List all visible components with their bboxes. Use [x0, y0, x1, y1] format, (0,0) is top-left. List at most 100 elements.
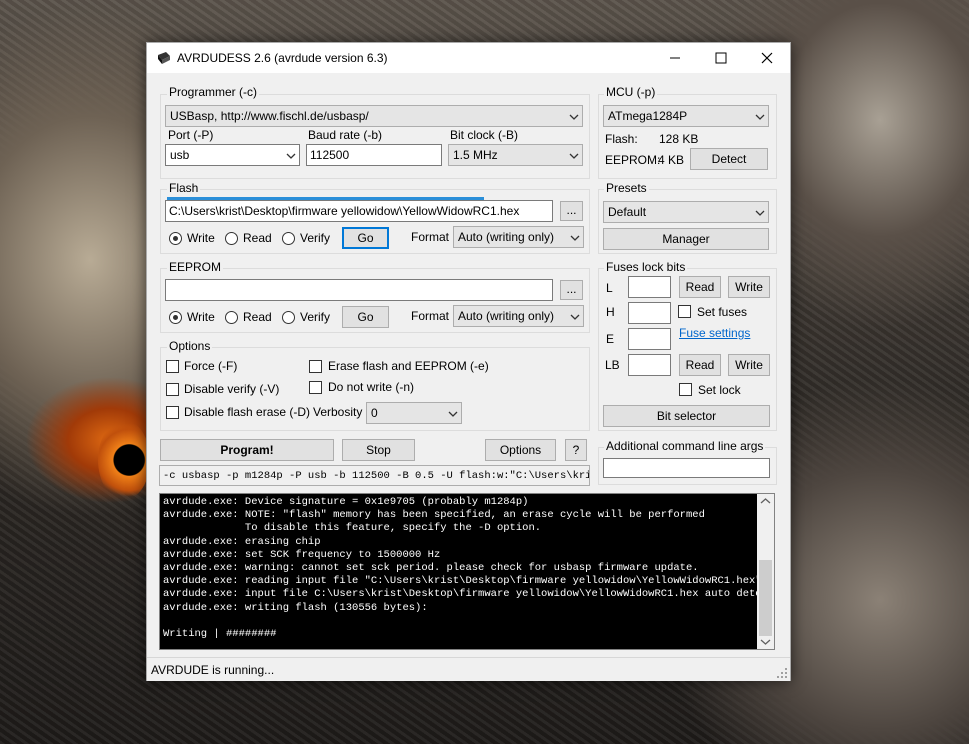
- console-scroll-thumb[interactable]: [759, 560, 772, 636]
- port-label: Port (-P): [168, 128, 214, 142]
- window-title: AVRDUDESS 2.6 (avrdude version 6.3): [177, 51, 388, 65]
- scroll-up-icon[interactable]: [757, 494, 774, 508]
- eeprom-read-radio[interactable]: [225, 311, 238, 324]
- set-fuses-label: Set fuses: [697, 305, 748, 319]
- console-line: avrdude.exe: set SCK frequency to 150000…: [163, 548, 441, 561]
- title-bar[interactable]: AVRDUDESS 2.6 (avrdude version 6.3): [147, 43, 790, 73]
- close-icon: [761, 52, 773, 64]
- eeprom-write-label: Write: [187, 310, 215, 324]
- fuse-e-label: E: [606, 332, 615, 346]
- dropdown-arrow-icon: [569, 153, 579, 159]
- lock-read-button[interactable]: Read: [679, 354, 721, 376]
- console-output[interactable]: avrdude.exe: Device signature = 0x1e9705…: [159, 493, 775, 650]
- eeprom-read-label: Read: [243, 310, 272, 324]
- eeprom-verify-label: Verify: [300, 310, 331, 324]
- eeprom-write-radio[interactable]: [169, 311, 182, 324]
- erase-label: Erase flash and EEPROM (-e): [328, 359, 489, 373]
- additional-args-input[interactable]: [603, 458, 770, 478]
- minimize-icon: [670, 57, 680, 59]
- eeprom-go-button[interactable]: Go: [342, 306, 389, 328]
- flash-browse-button[interactable]: ...: [560, 201, 583, 221]
- flash-verify-radio[interactable]: [282, 232, 295, 245]
- flash-file-input[interactable]: C:\Users\krist\Desktop\firmware yellowid…: [165, 200, 553, 222]
- fuse-h-input[interactable]: [628, 302, 671, 324]
- command-line-text: -c usbasp -p m1284p -P usb -b 112500 -B …: [163, 470, 590, 482]
- force-checkbox[interactable]: [166, 360, 179, 373]
- status-text: AVRDUDE is running...: [151, 663, 275, 677]
- force-label: Force (-F): [184, 359, 238, 373]
- console-line: avrdude.exe: warning: cannot set sck per…: [163, 562, 699, 575]
- fuses-write-button[interactable]: Write: [728, 276, 770, 298]
- minimize-button[interactable]: [652, 43, 698, 73]
- program-button[interactable]: Program!: [160, 439, 334, 461]
- flash-go-button[interactable]: Go: [342, 227, 389, 249]
- mcu-flash-value: 128 KB: [659, 132, 699, 146]
- fuses-read-button[interactable]: Read: [679, 276, 721, 298]
- set-lock-checkbox[interactable]: [679, 383, 692, 396]
- eeprom-browse-button[interactable]: ...: [560, 280, 583, 300]
- verbosity-select[interactable]: 0: [366, 402, 462, 424]
- flash-read-radio[interactable]: [225, 232, 238, 245]
- presets-value: Default: [608, 205, 647, 219]
- bit-selector-button[interactable]: Bit selector: [603, 405, 770, 427]
- lock-write-button[interactable]: Write: [728, 354, 770, 376]
- mcu-value: ATmega1284P: [608, 109, 688, 123]
- eeprom-verify-radio[interactable]: [282, 311, 295, 324]
- maximize-button[interactable]: [698, 43, 744, 73]
- set-fuses-checkbox[interactable]: [678, 305, 691, 318]
- fuse-lb-input[interactable]: [628, 354, 671, 376]
- flash-write-radio[interactable]: [169, 232, 182, 245]
- flash-group-label: Flash: [167, 181, 201, 195]
- scroll-down-icon[interactable]: [757, 635, 774, 649]
- stop-button[interactable]: Stop: [342, 439, 415, 461]
- mcu-eeprom-value: 4 KB: [658, 153, 685, 167]
- flash-file-value: C:\Users\krist\Desktop\firmware yellowid…: [169, 204, 520, 218]
- help-button[interactable]: ?: [565, 439, 587, 461]
- fuse-h-label: H: [606, 305, 615, 319]
- disable-verify-checkbox[interactable]: [166, 383, 179, 396]
- status-bar: AVRDUDE is running...: [147, 657, 790, 681]
- console-line: avrdude.exe: reading input file "C:\User…: [163, 575, 762, 588]
- console-line: avrdude.exe: erasing chip: [163, 535, 321, 548]
- mcu-select[interactable]: ATmega1284P: [603, 105, 769, 127]
- detect-button[interactable]: Detect: [690, 148, 768, 170]
- close-button[interactable]: [744, 43, 790, 73]
- baud-input[interactable]: 112500: [306, 144, 442, 166]
- programmer-select[interactable]: USBasp, http://www.fischl.de/usbasp/: [165, 105, 583, 127]
- baud-value: 112500: [310, 148, 350, 162]
- eeprom-file-input[interactable]: [165, 279, 553, 301]
- resize-grip-icon[interactable]: [776, 667, 788, 679]
- fuse-settings-link[interactable]: Fuse settings: [679, 326, 750, 340]
- programmer-group-label: Programmer (-c): [167, 85, 260, 99]
- flash-write-label: Write: [187, 231, 215, 245]
- app-icon: [158, 52, 170, 64]
- flash-format-label: Format: [411, 230, 450, 244]
- presets-select[interactable]: Default: [603, 201, 769, 223]
- flash-read-label: Read: [243, 231, 272, 245]
- options-group-label: Options: [167, 339, 213, 353]
- erase-checkbox[interactable]: [309, 360, 322, 373]
- fuse-l-label: L: [606, 281, 613, 295]
- console-line: avrdude.exe: writing flash (130556 bytes…: [163, 601, 428, 614]
- fuse-l-input[interactable]: [628, 276, 671, 298]
- baud-label: Baud rate (-b): [308, 128, 383, 142]
- disable-verify-label: Disable verify (-V): [184, 382, 280, 396]
- options-button[interactable]: Options: [485, 439, 556, 461]
- console-line: To disable this feature, specify the -D …: [163, 522, 542, 535]
- set-lock-label: Set lock: [698, 383, 741, 397]
- flash-verify-label: Verify: [300, 231, 331, 245]
- dropdown-arrow-icon: [286, 153, 296, 159]
- bitclock-select[interactable]: 1.5 MHz: [448, 144, 583, 166]
- command-line-display[interactable]: -c usbasp -p m1284p -P usb -b 112500 -B …: [159, 465, 590, 486]
- fuse-e-input[interactable]: [628, 328, 671, 350]
- port-select[interactable]: usb: [165, 144, 300, 166]
- bitclock-value: 1.5 MHz: [453, 148, 498, 162]
- disable-flash-erase-checkbox[interactable]: [166, 406, 179, 419]
- do-not-write-checkbox[interactable]: [309, 381, 322, 394]
- eeprom-format-select[interactable]: Auto (writing only): [453, 305, 584, 327]
- presets-manager-button[interactable]: Manager: [603, 228, 769, 250]
- dropdown-arrow-icon: [570, 235, 580, 241]
- console-scrollbar[interactable]: [757, 494, 774, 649]
- flash-format-select[interactable]: Auto (writing only): [453, 226, 584, 248]
